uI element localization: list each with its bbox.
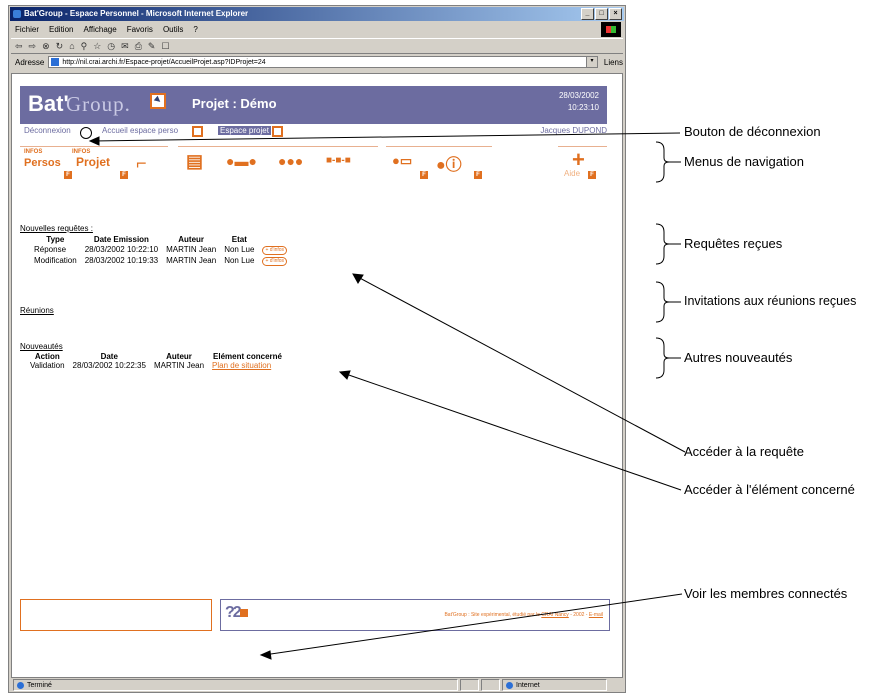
annotation-news: Autres nouveautés [684,350,793,365]
annotation-meetings: Invitations aux réunions reçues [684,294,857,308]
annotation-access-request: Accéder à la requête [684,444,804,459]
annotation-requests: Requêtes reçues [684,236,783,251]
annotation-members: Voir les membres connectés [684,586,848,601]
annotation-nav-menus: Menus de navigation [684,154,804,169]
annotation-access-element: Accéder à l'élément concerné [684,482,855,497]
annotation-logout: Bouton de déconnexion [684,124,821,139]
